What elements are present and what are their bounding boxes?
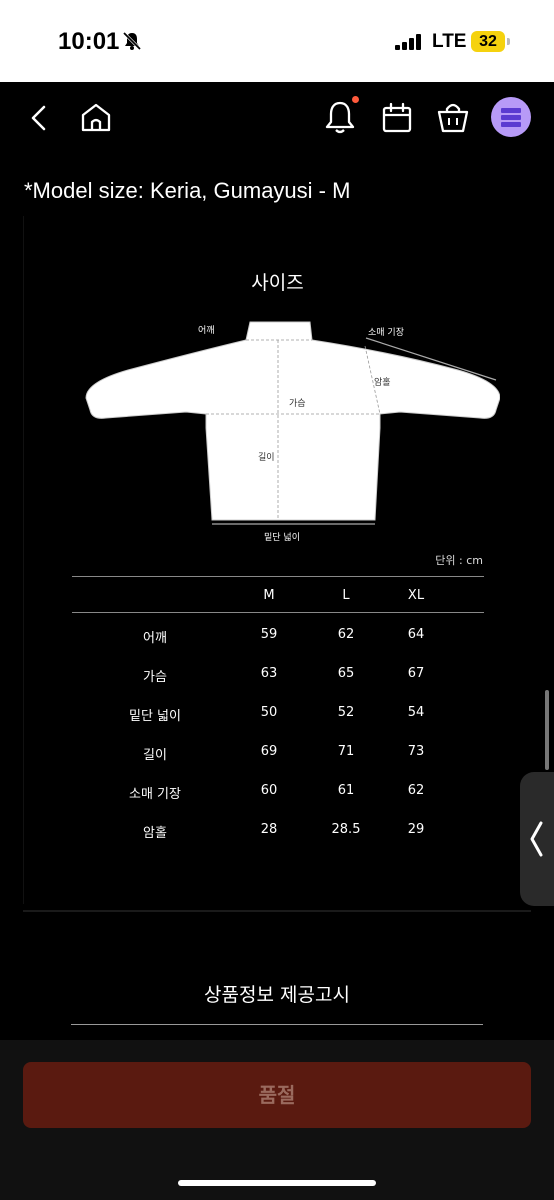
size-header-xl: XL xyxy=(407,588,425,603)
status-bar: 10:01 LTE 32 xyxy=(0,0,554,82)
jacket-size-diagram: 어깨 소매 기장 암홀 가슴 길이 밑단 넓이 xyxy=(85,321,500,543)
cell-l: 28.5 xyxy=(331,822,361,837)
menu-button[interactable] xyxy=(491,97,531,137)
diagram-label-sleeve: 소매 기장 xyxy=(368,327,404,338)
size-chart-title: 사이즈 xyxy=(251,272,304,294)
cell-m: 60 xyxy=(260,783,278,798)
table-top-border xyxy=(72,576,484,577)
cell-m: 69 xyxy=(260,744,278,759)
size-chart-panel: 사이즈 어깨 소매 기장 암홀 가슴 길이 밑단 넓이 단위 : cm M L … xyxy=(23,216,531,904)
product-info-title[interactable]: 상품정보 제공고시 xyxy=(23,980,531,1007)
notification-bell-icon[interactable] xyxy=(323,100,357,134)
row-label: 가슴 xyxy=(143,670,167,685)
cell-xl: 29 xyxy=(407,822,425,837)
unit-label: 단위 : cm xyxy=(435,554,483,567)
scrollbar[interactable] xyxy=(545,690,549,770)
notification-badge xyxy=(352,96,359,103)
home-icon[interactable] xyxy=(80,102,112,132)
cell-l: 65 xyxy=(337,666,355,681)
bell-off-icon xyxy=(122,31,142,51)
menu-icon-line xyxy=(501,108,521,113)
cell-m: 63 xyxy=(260,666,278,681)
cell-m: 50 xyxy=(260,705,278,720)
cell-xl: 67 xyxy=(407,666,425,681)
jacket-silhouette xyxy=(85,321,500,521)
cell-xl: 54 xyxy=(407,705,425,720)
product-info-panel: 상품정보 제공고시 xyxy=(23,910,531,1040)
battery-level: 32 xyxy=(471,31,505,52)
diagram-label-chest: 가슴 xyxy=(289,398,306,409)
row-label: 소매 기장 xyxy=(129,787,181,802)
size-header-l: L xyxy=(342,588,350,603)
cell-l: 61 xyxy=(337,783,355,798)
soldout-button[interactable]: 품절 xyxy=(23,1062,531,1128)
diagram-label-length: 길이 xyxy=(258,452,275,463)
product-info-divider xyxy=(71,1024,483,1025)
cell-l: 52 xyxy=(337,705,355,720)
home-indicator[interactable] xyxy=(178,1180,376,1186)
cell-m: 28 xyxy=(260,822,278,837)
table-header-border xyxy=(72,612,484,613)
cell-l: 71 xyxy=(337,744,355,759)
cell-xl: 73 xyxy=(407,744,425,759)
menu-icon-line xyxy=(501,122,521,127)
model-size-note: *Model size: Keria, Gumayusi - M xyxy=(24,178,351,203)
network-type: LTE xyxy=(432,31,467,52)
calendar-icon[interactable] xyxy=(381,102,413,134)
cell-xl: 64 xyxy=(407,627,425,642)
menu-icon-line xyxy=(501,115,521,120)
cell-m: 59 xyxy=(260,627,278,642)
row-label: 어깨 xyxy=(143,631,167,646)
row-label: 길이 xyxy=(143,748,167,763)
diagram-label-armhole: 암홀 xyxy=(374,376,391,388)
diagram-label-hem: 밑단 넓이 xyxy=(264,531,300,543)
chevron-left-icon xyxy=(530,821,543,857)
status-time: 10:01 xyxy=(58,28,120,55)
cell-l: 62 xyxy=(337,627,355,642)
back-icon[interactable] xyxy=(28,104,50,132)
size-header-m: M xyxy=(263,588,275,603)
signal-icon xyxy=(395,34,421,50)
row-label: 암홀 xyxy=(143,826,167,841)
side-drawer-tab[interactable] xyxy=(520,772,554,906)
cell-xl: 62 xyxy=(407,783,425,798)
diagram-label-shoulder: 어깨 xyxy=(198,324,215,336)
row-label: 밑단 넓이 xyxy=(129,709,181,724)
shopping-bag-icon[interactable] xyxy=(436,100,470,134)
battery-tip xyxy=(507,38,510,45)
